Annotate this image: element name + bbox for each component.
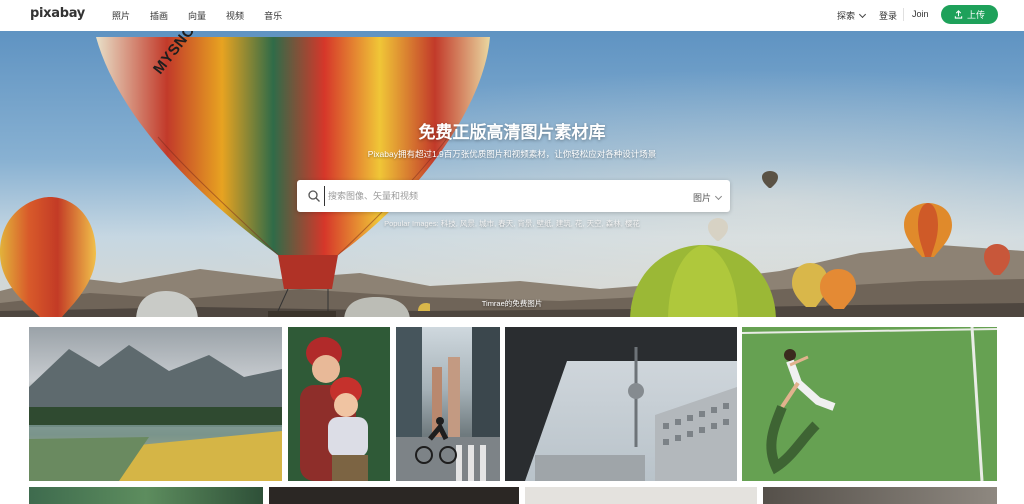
login-link[interactable]: 登录 bbox=[879, 9, 897, 22]
mountain-lake-photo[interactable] bbox=[29, 327, 282, 481]
explore-label: 探索 bbox=[837, 11, 856, 21]
search-type-select[interactable]: 图片 bbox=[693, 191, 723, 204]
small-balloon-right bbox=[984, 244, 1010, 275]
nav-illustrations[interactable]: 插画 bbox=[150, 9, 168, 22]
large-hot-air-balloon bbox=[96, 37, 490, 317]
upload-icon bbox=[954, 10, 963, 19]
chevron-down-icon bbox=[858, 10, 867, 18]
light-photo[interactable] bbox=[525, 487, 757, 504]
hero-title: 免费正版高清图片素材库 bbox=[418, 123, 606, 142]
orange-hot-air-balloon bbox=[904, 203, 952, 257]
header-divider bbox=[903, 8, 904, 21]
chevron-down-icon bbox=[714, 192, 723, 200]
hero-subtitle: Pixabay拥有超过1.9百万张优质图片和视频素材，让你轻松应对各种设计场景 bbox=[367, 149, 657, 159]
search-bar: 图片 bbox=[297, 180, 730, 212]
city-cyclist-art bbox=[396, 327, 500, 481]
search-type-label: 图片 bbox=[693, 193, 712, 203]
upload-label: 上传 bbox=[966, 10, 985, 20]
mother-child-photo[interactable] bbox=[288, 327, 390, 481]
top-header: pixabay 照片 插画 向量 视频 音乐 探索 登录 Join 上传 bbox=[0, 0, 1024, 31]
mountain-lake-art bbox=[29, 345, 282, 481]
nav-videos[interactable]: 视频 bbox=[226, 9, 244, 22]
search-input[interactable] bbox=[324, 186, 674, 206]
tennis-player-photo[interactable] bbox=[742, 327, 997, 481]
dark-photo[interactable] bbox=[269, 487, 519, 504]
pixabay-logo[interactable]: pixabay bbox=[30, 6, 85, 21]
tv-tower-photo[interactable] bbox=[505, 327, 737, 481]
main-nav: 照片 插画 向量 视频 音乐 bbox=[112, 9, 302, 22]
nav-photos[interactable]: 照片 bbox=[112, 9, 130, 22]
nav-vectors[interactable]: 向量 bbox=[188, 9, 206, 22]
tennis-player-art bbox=[742, 327, 997, 481]
join-link[interactable]: Join bbox=[912, 9, 929, 19]
shadow-photo[interactable] bbox=[763, 487, 997, 504]
explore-menu[interactable]: 探索 bbox=[837, 9, 867, 22]
photo-credit[interactable]: Timrae的免费图片 bbox=[0, 298, 1024, 309]
nav-music[interactable]: 音乐 bbox=[264, 9, 282, 22]
image-gallery bbox=[0, 317, 1024, 504]
mother-child-art bbox=[300, 337, 368, 481]
popular-searches[interactable]: Popular Images: 科技, 风景, 城市, 春天, 背景, 壁纸, … bbox=[0, 218, 1024, 229]
search-icon[interactable] bbox=[307, 189, 321, 203]
leaf-photo[interactable] bbox=[29, 487, 263, 504]
tv-tower-art bbox=[505, 327, 737, 481]
city-cyclist-photo[interactable] bbox=[396, 327, 500, 481]
hero-banner: MYSNOWBALLOONS.NET 免费正版高清图片素材库 Pixabay bbox=[0, 31, 1024, 317]
upload-button[interactable]: 上传 bbox=[941, 5, 998, 24]
